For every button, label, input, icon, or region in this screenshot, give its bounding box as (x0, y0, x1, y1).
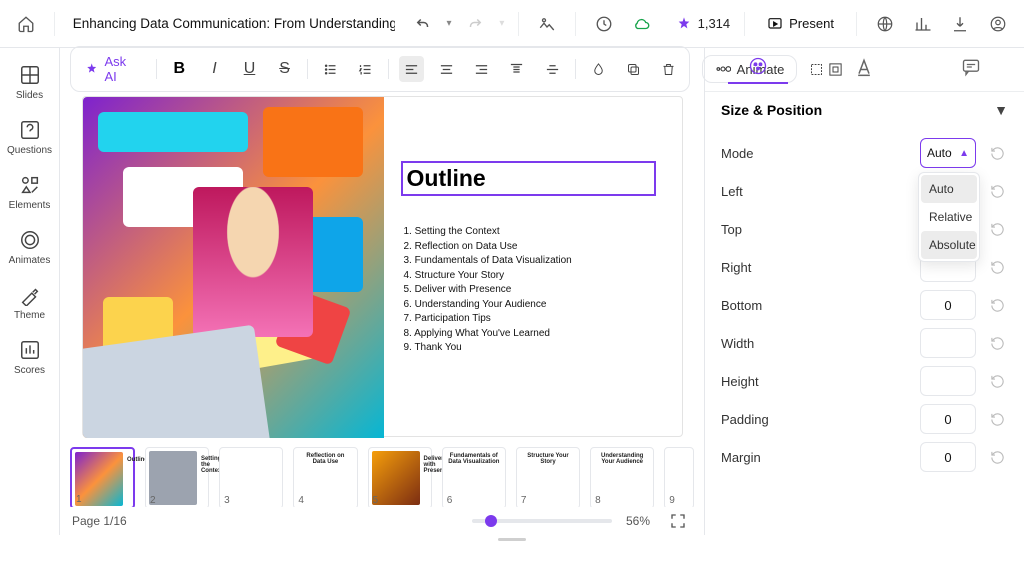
number-list-button[interactable] (353, 56, 378, 82)
thumbnail-5[interactable]: Deliver with Presence5 (368, 447, 432, 507)
width-input[interactable] (920, 328, 976, 358)
mode-option-absolute[interactable]: Absolute (921, 231, 977, 259)
thumbnail-4[interactable]: Reflection on Data Use4 (293, 447, 357, 507)
reset-icon[interactable] (986, 142, 1008, 164)
globe-icon[interactable] (871, 10, 899, 38)
bold-button[interactable]: B (167, 56, 192, 82)
valign-middle-button[interactable] (540, 56, 565, 82)
nav-animates[interactable]: Animates (0, 223, 60, 272)
resize-handle[interactable] (0, 535, 1024, 543)
margin-input[interactable] (920, 442, 976, 472)
bottom-input[interactable] (920, 290, 976, 320)
slide-outline-list: 1. Setting the Context2. Reflection on D… (404, 225, 664, 356)
align-right-button[interactable] (469, 56, 494, 82)
reset-icon[interactable] (986, 408, 1008, 430)
reset-icon[interactable] (986, 446, 1008, 468)
mode-option-relative[interactable]: Relative (921, 203, 977, 231)
nav-slides[interactable]: Slides (0, 58, 60, 107)
tab-style[interactable] (728, 56, 788, 84)
mode-label: Mode (721, 146, 920, 161)
thumbnail-7[interactable]: Structure Your Story7 (516, 447, 580, 507)
nav-scores[interactable]: Scores (0, 333, 60, 382)
delete-button[interactable] (656, 56, 681, 82)
strike-button[interactable]: S (272, 56, 297, 82)
underline-button[interactable]: U (237, 56, 262, 82)
mode-option-auto[interactable]: Auto (921, 175, 977, 203)
slide: Outline 1. Setting the Context2. Reflect… (82, 96, 683, 437)
history-icon[interactable] (590, 10, 618, 38)
thumbnail-strip: Outline1 Setting the Context2 3 Reflecti… (60, 443, 704, 507)
zoom-slider[interactable] (472, 519, 612, 523)
nav-theme[interactable]: Theme (0, 278, 60, 327)
thumbnail-3[interactable]: 3 (219, 447, 283, 507)
redo-button[interactable] (462, 10, 490, 38)
tab-comments[interactable] (941, 57, 1001, 83)
thumbnail-9[interactable]: 9 (664, 447, 694, 507)
reset-icon[interactable] (986, 256, 1008, 278)
valign-top-button[interactable] (504, 56, 529, 82)
size-position-panel: Size & Position ▼ Mode Auto ▲ Auto Relat… (705, 92, 1024, 486)
copy-button[interactable] (621, 56, 646, 82)
account-icon[interactable] (984, 10, 1012, 38)
analytics-icon[interactable] (909, 10, 937, 38)
reset-icon[interactable] (986, 332, 1008, 354)
thumbnail-8[interactable]: Understanding Your Audience8 (590, 447, 654, 507)
thumbnail-6[interactable]: Fundamentals of Data Visualization6 (442, 447, 506, 507)
footer: Page 1/16 56% (60, 507, 704, 535)
reset-icon[interactable] (986, 180, 1008, 202)
download-icon[interactable] (946, 10, 974, 38)
fullscreen-icon[interactable] (664, 507, 692, 535)
chevron-down-icon[interactable]: ▼ (994, 102, 1008, 118)
slide-heading[interactable]: Outline (401, 161, 656, 196)
bullet-list-button[interactable] (318, 56, 343, 82)
thumbnail-1[interactable]: Outline1 (70, 447, 135, 507)
thumbnail-2[interactable]: Setting the Context2 (145, 447, 209, 507)
mode-dropdown-menu: Auto Relative Absolute (918, 172, 980, 262)
format-toolbar: Ask AI B I U S (60, 48, 704, 90)
undo-button[interactable] (409, 10, 437, 38)
right-panel: Size & Position ▼ Mode Auto ▲ Auto Relat… (704, 48, 1024, 535)
slide-image (83, 97, 384, 438)
credits-display[interactable]: 1,314 (676, 16, 731, 32)
reset-icon[interactable] (986, 294, 1008, 316)
zoom-value: 56% (626, 514, 650, 528)
chevron-up-icon: ▲ (959, 148, 969, 159)
nav-questions[interactable]: Questions (0, 113, 60, 162)
padding-input[interactable] (920, 404, 976, 434)
present-button[interactable]: Present (759, 12, 842, 36)
reset-icon[interactable] (986, 370, 1008, 392)
height-input[interactable] (920, 366, 976, 396)
page-indicator: Page 1/16 (72, 514, 127, 528)
left-sidebar: Slides Questions Elements Animates Theme… (0, 48, 60, 535)
panel-title: Size & Position (721, 102, 822, 118)
document-title-input[interactable] (69, 10, 399, 37)
align-left-button[interactable] (399, 56, 424, 82)
nav-elements[interactable]: Elements (0, 168, 60, 217)
main-area: Ask AI B I U S (60, 48, 704, 535)
right-tabs (705, 48, 1024, 92)
reset-icon[interactable] (986, 218, 1008, 240)
home-icon[interactable] (12, 10, 40, 38)
italic-button[interactable]: I (202, 56, 227, 82)
color-button[interactable] (586, 56, 611, 82)
topbar: ▾ ▾ 1,314 Present (0, 0, 1024, 48)
mode-dropdown[interactable]: Auto ▲ (920, 138, 976, 168)
tab-text[interactable] (834, 57, 894, 83)
align-center-button[interactable] (434, 56, 459, 82)
cloud-save-icon[interactable] (628, 10, 656, 38)
image-icon[interactable] (533, 10, 561, 38)
ask-ai-button[interactable]: Ask AI (79, 52, 146, 86)
canvas[interactable]: Outline 1. Setting the Context2. Reflect… (60, 90, 704, 443)
